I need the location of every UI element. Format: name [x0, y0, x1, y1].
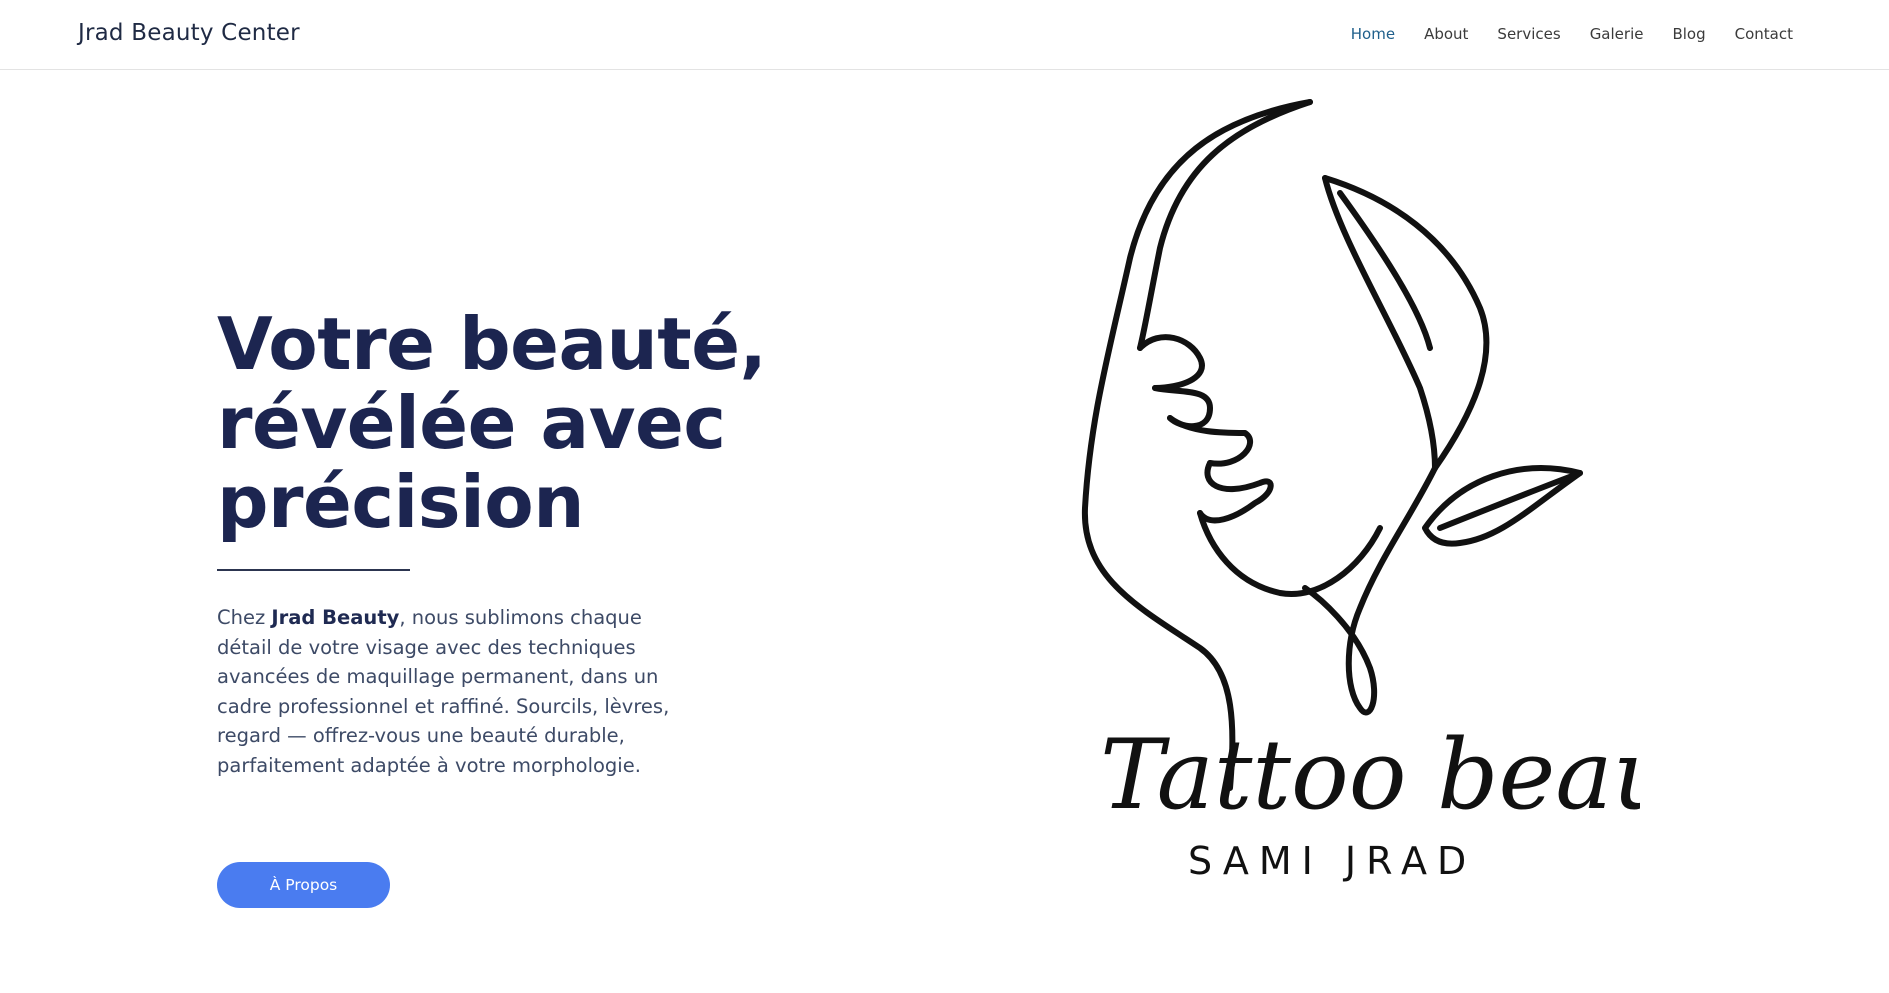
- nav-about[interactable]: About: [1424, 25, 1468, 43]
- nav-contact[interactable]: Contact: [1735, 25, 1793, 43]
- hero-description: Chez Jrad Beauty, nous sublimons chaque …: [217, 603, 697, 781]
- logo-artwork: Tattoo beauty SAMI JRAD: [1060, 88, 1769, 918]
- hero-divider: [217, 569, 410, 571]
- face-line-art-illustration: Tattoo beauty SAMI JRAD: [1081, 99, 1769, 883]
- hero-desc-prefix: Chez: [217, 606, 272, 629]
- hero-title-line-1: Votre beauté,: [217, 302, 767, 386]
- nav-galerie[interactable]: Galerie: [1590, 25, 1644, 43]
- site-brand[interactable]: Jrad Beauty Center: [78, 20, 300, 46]
- nav-blog[interactable]: Blog: [1672, 25, 1705, 43]
- main-nav: Home About Services Galerie Blog Contact: [1351, 25, 1793, 43]
- hero-section: Votre beauté, révélée avec précision: [217, 305, 817, 542]
- hero-desc-brand: Jrad Beauty: [271, 606, 400, 629]
- nav-home[interactable]: Home: [1351, 25, 1395, 43]
- hero-title-line-3: précision: [217, 460, 585, 544]
- logo-subtitle: SAMI JRAD: [1188, 839, 1476, 883]
- about-button[interactable]: À Propos: [217, 862, 390, 908]
- logo-script-text: Tattoo beauty: [1100, 719, 1640, 831]
- hero-title: Votre beauté, révélée avec précision: [217, 305, 817, 542]
- hero-title-line-2: révélée avec: [217, 381, 726, 465]
- nav-services[interactable]: Services: [1497, 25, 1560, 43]
- hero-desc-rest: , nous sublimons chaque détail de votre …: [217, 606, 670, 777]
- site-header: Jrad Beauty Center Home About Services G…: [0, 0, 1889, 70]
